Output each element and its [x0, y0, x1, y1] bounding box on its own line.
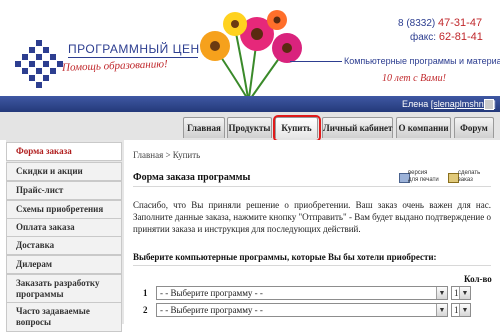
chevron-down-icon[interactable]: ▼ [436, 287, 447, 299]
select-divider [133, 265, 491, 266]
tab-account[interactable]: Личный кабинет [322, 117, 393, 138]
user-name: Елена [402, 99, 429, 109]
tab-buy-highlight [273, 115, 321, 142]
sidebar-item-payment[interactable]: Оплата заказа [6, 218, 122, 237]
user-info: Елена [slenaplmshnva] [402, 99, 496, 109]
quantity-select[interactable]: 1 ▼ [451, 286, 471, 300]
print-version-link[interactable]: версия для печати [408, 170, 439, 184]
chevron-down-icon[interactable]: ▼ [436, 304, 447, 316]
intro-text: Спасибо, что Вы приняли решение о приобр… [133, 200, 491, 234]
phone-number: 8 (8332) 47-31-47 [398, 17, 483, 29]
tab-about[interactable]: О компании [396, 117, 451, 138]
sidebar-item-delivery[interactable]: Доставка [6, 236, 122, 255]
logo-divider [68, 57, 198, 58]
sidebar-item-purchase-schemes[interactable]: Схемы приобретения [6, 200, 122, 219]
make-order-link[interactable]: сделать заказ [458, 170, 480, 184]
flowers-image [200, 10, 302, 98]
logout-icon[interactable] [484, 99, 494, 110]
quantity-header: Кол-во [464, 274, 492, 284]
logo-icon[interactable] [14, 38, 64, 88]
page-title: Форма заказа программы [133, 172, 251, 183]
sidebar-item-order-development[interactable]: Заказать разработку программы [6, 274, 122, 304]
title-divider [133, 186, 491, 187]
tab-home[interactable]: Главная [183, 117, 225, 138]
program-select[interactable]: - - Выберите программу - - ▼ [156, 303, 448, 317]
tab-products[interactable]: Продукты [227, 117, 272, 138]
row-number: 1 [143, 288, 148, 298]
fax-number: факс: 62-81-41 [410, 31, 483, 43]
chevron-down-icon[interactable]: ▼ [459, 287, 470, 299]
header-subtitle: Компьютерные программы и материалы [342, 56, 500, 66]
chevron-down-icon[interactable]: ▼ [459, 304, 470, 316]
row-number: 2 [143, 305, 148, 315]
sidebar-item-order-form[interactable]: Форма заказа [6, 142, 122, 161]
anniversary-slogan: 10 лет с Вами! [382, 73, 446, 84]
breadcrumb[interactable]: Главная > Купить [133, 150, 200, 160]
program-select[interactable]: - - Выберите программу - - ▼ [156, 286, 448, 300]
sidebar-item-dealers[interactable]: Дилерам [6, 255, 122, 274]
sidebar-item-discounts[interactable]: Скидки и акции [6, 162, 122, 181]
tab-forum[interactable]: Форум [454, 117, 494, 138]
sidebar-item-faq[interactable]: Часто задаваемые вопросы [6, 302, 122, 332]
select-programs-heading: Выберите компьютерные программы, которые… [133, 252, 437, 262]
sidebar-item-price-list[interactable]: Прайс-лист [6, 181, 122, 200]
quantity-select[interactable]: 1 ▼ [451, 303, 471, 317]
